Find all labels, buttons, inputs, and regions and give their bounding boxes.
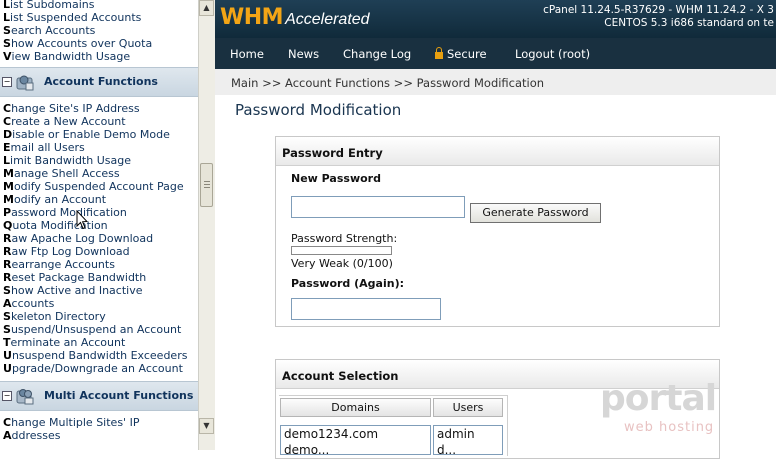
password-strength-label: Password Strength: <box>291 232 398 245</box>
collapse-toggle-icon[interactable]: − <box>2 391 12 401</box>
password-strength-value: Very Weak (0/100) <box>291 257 393 270</box>
sidebar-link-modify-suspended-page[interactable]: Modify Suspended Account Page <box>3 180 184 193</box>
sidebar-link-raw-ftp-log[interactable]: Raw Ftp Log Download <box>3 245 130 258</box>
lock-icon <box>435 47 443 59</box>
sidebar-link-show-accounts-over-quota[interactable]: Show Accounts over Quota <box>3 37 152 50</box>
sidebar-link-raw-apache-log[interactable]: Raw Apache Log Download <box>3 232 153 245</box>
collapse-toggle-icon[interactable]: − <box>2 77 12 87</box>
list-item[interactable]: d... <box>434 442 502 454</box>
nav-logout[interactable]: Logout (root) <box>515 47 590 61</box>
users-listbox[interactable]: admin d... <box>433 425 503 455</box>
list-item[interactable]: demo... <box>281 442 430 454</box>
sidebar-link-quota-modification[interactable]: Quota Modification <box>3 219 108 232</box>
scrollbar-thumb[interactable] <box>200 163 213 207</box>
list-item[interactable]: admin <box>434 426 502 442</box>
sidebar-link-email-all-users[interactable]: Email all Users <box>3 141 85 154</box>
version-line-1: cPanel 11.24.5-R37629 - WHM 11.24.2 - X … <box>543 4 774 16</box>
nav-secure-label: Secure <box>447 47 487 61</box>
top-header: WHM Accelerated cPanel 11.24.5-R37629 - W… <box>215 0 776 38</box>
sidebar-scrollbar[interactable]: ▲ ▼ <box>198 0 215 450</box>
users-column-header[interactable]: Users <box>433 398 503 417</box>
sidebar-link-reset-package-bandwidth[interactable]: Reset Package Bandwidth <box>3 271 146 284</box>
domains-column-header[interactable]: Domains <box>280 398 431 417</box>
domains-listbox[interactable]: demo1234.com demo... <box>280 425 431 455</box>
scroll-up-arrow-icon[interactable]: ▲ <box>199 0 214 16</box>
breadcrumb: Main >> Account Functions >> Password Mo… <box>215 69 776 95</box>
sidebar-link-unsuspend-bandwidth[interactable]: Unsuspend Bandwidth Exceeders <box>3 349 187 362</box>
multi-account-functions-icon <box>16 389 34 405</box>
sidebar-section-title: Account Functions <box>44 75 158 88</box>
nav-home[interactable]: Home <box>230 47 264 61</box>
sidebar-section-title: Multi Account Functions <box>44 389 194 402</box>
sidebar-link-change-site-ip[interactable]: Change Site's IP Address <box>3 102 140 115</box>
sidebar-link-modify-account[interactable]: Modify an Account <box>3 193 106 206</box>
page-title: Password Modification <box>235 101 402 119</box>
new-password-input[interactable] <box>291 196 465 218</box>
sidebar-link-list-subdomains[interactable]: List Subdomains <box>3 0 94 11</box>
sidebar-link-terminate-account[interactable]: Terminate an Account <box>3 336 125 349</box>
sidebar-link-change-multiple-ips-cont[interactable]: Addresses <box>3 429 61 442</box>
version-line-2: CENTOS 5.3 i686 standard on te <box>604 17 774 29</box>
sidebar-link-manage-shell-access[interactable]: Manage Shell Access <box>3 167 120 180</box>
top-nav: Home News Change Log Secure Logout (root… <box>215 38 776 69</box>
password-again-label: Password (Again): <box>291 277 404 290</box>
whm-logo: WHM Accelerated <box>220 5 370 30</box>
account-functions-icon <box>16 75 34 91</box>
sidebar-link-skeleton-directory[interactable]: Skeleton Directory <box>3 310 106 323</box>
panel-title: Account Selection <box>282 369 399 383</box>
sidebar-link-password-modification[interactable]: Password Modification <box>3 206 127 219</box>
new-password-label: New Password <box>291 172 381 185</box>
panel-title: Password Entry <box>282 146 383 160</box>
watermark-line-2: web hosting <box>624 420 715 435</box>
sidebar-link-demo-mode[interactable]: Disable or Enable Demo Mode <box>3 128 170 141</box>
sidebar: List Subdomains List Suspended Accounts … <box>0 0 198 450</box>
nav-news[interactable]: News <box>288 47 319 61</box>
sidebar-link-search-accounts[interactable]: Search Accounts <box>3 24 95 37</box>
generate-password-button[interactable]: Generate Password <box>470 203 601 223</box>
breadcrumb-text[interactable]: Main >> Account Functions >> Password Mo… <box>231 76 544 90</box>
password-strength-meter <box>291 246 392 255</box>
list-item[interactable]: demo1234.com <box>281 426 430 442</box>
sidebar-link-show-active-inactive[interactable]: Show Active and Inactive <box>3 284 143 297</box>
sidebar-link-rearrange-accounts[interactable]: Rearrange Accounts <box>3 258 115 271</box>
nav-change-log[interactable]: Change Log <box>343 47 411 61</box>
sidebar-section-multi-account-functions[interactable]: − Multi Account Functions <box>0 381 198 411</box>
sidebar-link-change-multiple-ips[interactable]: Change Multiple Sites' IP <box>3 416 139 429</box>
sidebar-link-show-active-inactive-cont[interactable]: Accounts <box>3 297 54 310</box>
sidebar-link-limit-bandwidth[interactable]: Limit Bandwidth Usage <box>3 154 131 167</box>
sidebar-link-list-suspended-accounts[interactable]: List Suspended Accounts <box>3 11 141 24</box>
version-info: cPanel 11.24.5-R37629 - WHM 11.24.2 - X … <box>543 4 774 30</box>
panel-header: Password Entry <box>276 137 719 166</box>
watermark-logo: portal web hosting <box>600 378 750 440</box>
sidebar-link-view-bandwidth-usage[interactable]: View Bandwidth Usage <box>3 50 130 63</box>
password-again-input[interactable] <box>291 298 441 320</box>
sidebar-link-upgrade-downgrade[interactable]: Upgrade/Downgrade an Account <box>3 362 183 375</box>
mouse-cursor-icon <box>76 210 88 230</box>
sidebar-section-account-functions[interactable]: − Account Functions <box>0 67 198 97</box>
sidebar-link-create-account[interactable]: Create a New Account <box>3 115 126 128</box>
nav-secure[interactable]: Secure <box>435 47 487 61</box>
scroll-down-arrow-icon[interactable]: ▼ <box>199 418 214 434</box>
sidebar-link-suspend-unsuspend[interactable]: Suspend/Unsuspend an Account <box>3 323 181 336</box>
watermark-line-1: portal <box>600 378 717 419</box>
